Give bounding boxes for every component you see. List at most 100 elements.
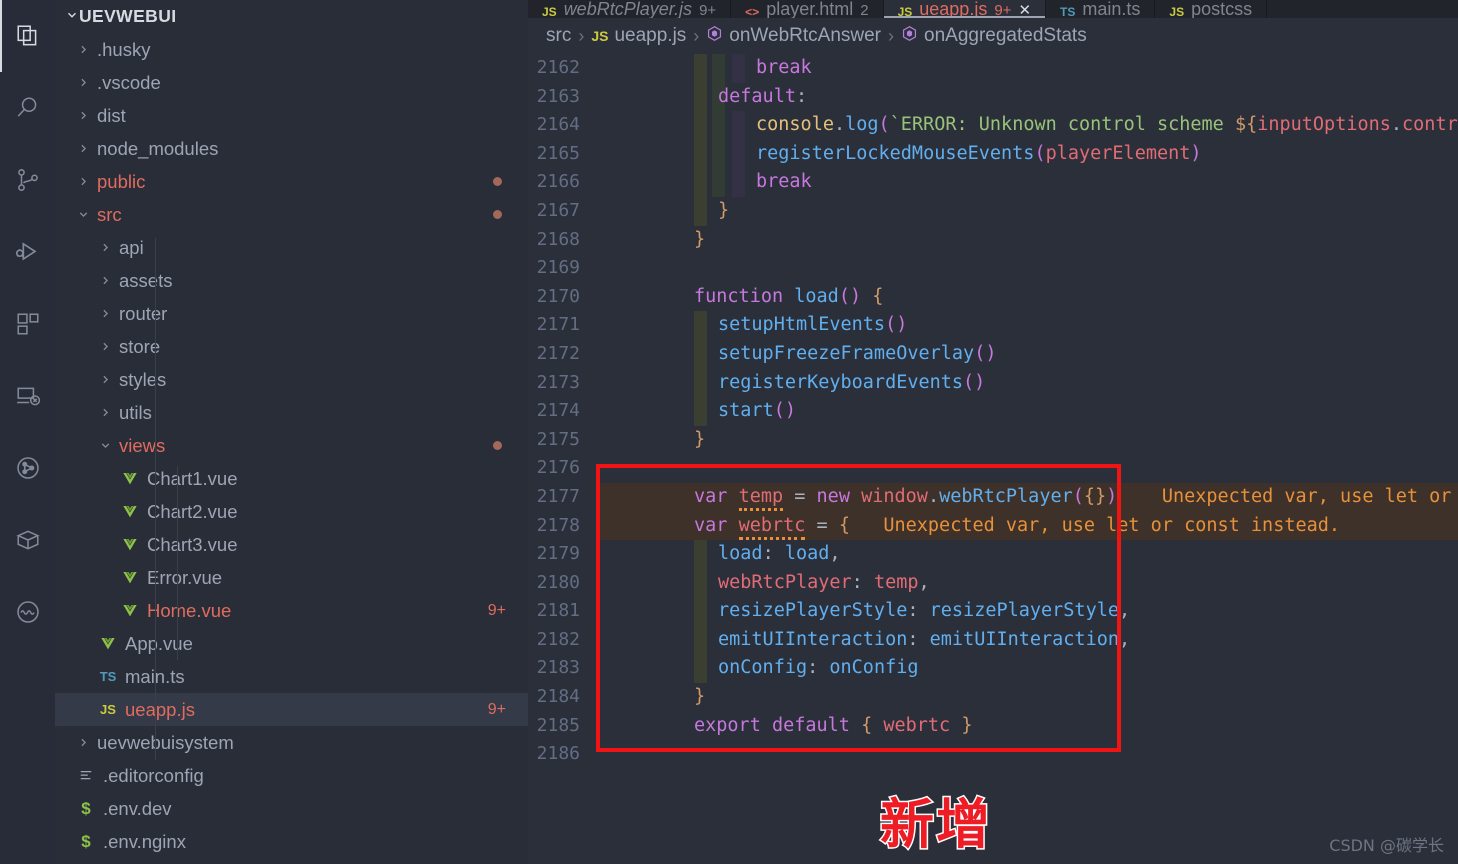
file-tree-item-label: .env.dev xyxy=(103,797,172,819)
file-tree-item[interactable]: views xyxy=(55,429,528,462)
file-tree-item[interactable]: utils xyxy=(55,396,528,429)
editor-tab[interactable]: JS ueapp.js 9+ ✕ xyxy=(883,0,1047,18)
file-tree-item[interactable]: .husky xyxy=(55,33,528,66)
file-tree-item[interactable]: Chart2.vue xyxy=(55,495,528,528)
chevron-right-icon xyxy=(95,274,115,287)
code-line: 2166 break xyxy=(528,168,1458,197)
chevron-right-icon xyxy=(95,307,115,320)
inline-error-message: Unexpected var, use let or const instead… xyxy=(1161,485,1452,507)
tab-file-icon: <> xyxy=(745,5,760,18)
editor-tab[interactable]: JS webRtcPlayer.js 9+ xyxy=(528,0,732,18)
chevron-down-icon xyxy=(65,6,79,27)
file-tree-item[interactable]: .vscode xyxy=(55,66,528,99)
chevron-right-icon xyxy=(73,109,93,122)
activity-item-squiggle[interactable] xyxy=(0,576,55,648)
file-tree-item[interactable]: assets xyxy=(55,264,528,297)
activity-item-search[interactable] xyxy=(0,72,55,144)
file-type-icon xyxy=(117,472,143,486)
code-line: 2175} xyxy=(528,426,1458,455)
file-type-icon: JS xyxy=(100,702,116,717)
line-number: 2163 xyxy=(536,85,580,107)
file-tree-item[interactable]: styles xyxy=(55,363,528,396)
file-tree-item[interactable]: public xyxy=(55,165,528,198)
breadcrumb-item[interactable]: JS ueapp.js xyxy=(591,25,686,47)
code-line-text: load: load, xyxy=(598,540,1458,569)
file-tree-item-label: node_modules xyxy=(97,137,219,159)
activity-item-source-control[interactable] xyxy=(0,144,55,216)
chevron-right-icon xyxy=(73,76,93,89)
file-tree-item[interactable]: store xyxy=(55,330,528,363)
line-number: 2176 xyxy=(536,457,580,479)
file-tree-item[interactable]: TS main.ts xyxy=(55,660,528,693)
breadcrumb-label: onAggregatedStats xyxy=(924,25,1087,46)
chevron-down-icon xyxy=(73,208,93,221)
tab-badge: 2 xyxy=(860,2,869,18)
file-tree-item[interactable]: Error.vue xyxy=(55,561,528,594)
breadcrumb-item[interactable]: src xyxy=(546,25,571,47)
line-number: 2167 xyxy=(536,199,580,221)
file-tree-item[interactable]: node_modules xyxy=(55,132,528,165)
activity-item-package[interactable] xyxy=(0,504,55,576)
symbol-function-icon xyxy=(706,25,723,48)
breadcrumb-label: src xyxy=(546,25,572,46)
file-tree-item-badge: 9+ xyxy=(487,700,506,718)
file-tree: .husky .vscode dist node_modulespublic src ap… xyxy=(55,33,528,858)
activity-item-extensions[interactable] xyxy=(0,288,55,360)
editor-tab[interactable]: TS main.ts xyxy=(1046,0,1156,18)
activity-item-explorer[interactable] xyxy=(0,0,55,72)
editor-tab[interactable]: <> player.html 2 xyxy=(731,0,884,18)
breadcrumb-item[interactable]: onWebRtcAnswer xyxy=(706,25,881,48)
activity-item-remote-explorer[interactable] xyxy=(0,360,55,432)
code-line-text: registerKeyboardEvents() xyxy=(598,368,1458,398)
file-tree-item[interactable]: src xyxy=(55,198,528,231)
chinese-annotation-label: 新增 xyxy=(879,792,992,858)
code-line: 2182 emitUIInteraction: emitUIInteraction… xyxy=(528,625,1458,655)
chevron-right-icon xyxy=(95,241,115,254)
code-line: 2173 registerKeyboardEvents() xyxy=(528,368,1458,398)
tab-label: postcss xyxy=(1191,0,1253,18)
file-tree-item[interactable]: router xyxy=(55,297,528,330)
code-editor[interactable]: 2162 break 2163 default: 2164 console.log(`ER… xyxy=(528,54,1458,769)
explorer-root-folder[interactable]: UEVWEBUI xyxy=(55,0,528,33)
chevron-right-icon xyxy=(95,340,115,353)
squiggle-circle-icon xyxy=(15,599,41,625)
file-tree-item[interactable]: Chart3.vue xyxy=(55,528,528,561)
line-number: 2180 xyxy=(536,571,580,593)
file-tree-item[interactable]: uevwebuisystem xyxy=(55,726,528,759)
file-tree-item[interactable]: App.vue xyxy=(55,627,528,660)
file-tree-item[interactable]: Home.vue 9+ xyxy=(55,594,528,627)
file-tree-item[interactable]: $ .env.dev xyxy=(55,792,528,825)
tab-label: ueapp.js xyxy=(919,0,988,18)
file-type-icon xyxy=(95,637,121,651)
file-tree-item-label: dist xyxy=(97,104,126,126)
line-number: 2179 xyxy=(536,543,580,565)
code-line-text: } xyxy=(694,428,706,450)
line-number: 2169 xyxy=(536,257,580,279)
activity-item-run-and-debug[interactable] xyxy=(0,216,55,288)
explorer-icon xyxy=(15,23,41,49)
chevron-right-icon xyxy=(73,175,93,188)
file-tree-item[interactable]: .editorconfig xyxy=(55,759,528,792)
activity-item-share-graph[interactable] xyxy=(0,432,55,504)
file-tree-item[interactable]: JS ueapp.js 9+ xyxy=(55,693,528,726)
tab-badge: 9+ xyxy=(699,2,717,18)
file-type-icon xyxy=(117,505,143,519)
editor-tab[interactable]: JS postcss xyxy=(1155,0,1268,18)
folder-modified-dot xyxy=(493,441,502,450)
file-tree-item-label: uevwebuisystem xyxy=(97,731,234,753)
folder-modified-dot xyxy=(493,210,502,219)
explorer-title: EXPLORER xyxy=(55,0,157,2)
code-line-text: resizePlayerStyle: resizePlayerStyle, xyxy=(598,597,1458,626)
file-tree-item[interactable]: api xyxy=(55,231,528,264)
file-tree-item[interactable]: Chart1.vue xyxy=(55,462,528,495)
file-tree-item[interactable]: dist xyxy=(55,99,528,132)
code-line-text: var temp = new window.webRtcPlayer({}) U… xyxy=(598,482,1458,512)
file-type-icon: TS xyxy=(99,669,117,684)
code-line: 2162 break xyxy=(528,54,1458,83)
code-line-text: start() xyxy=(598,397,1458,426)
breadcrumb-item[interactable]: onAggregatedStats xyxy=(901,25,1087,48)
editor-area: JS webRtcPlayer.js 9+ <> player.html 2 JS ueapp… xyxy=(528,0,1458,864)
file-tree-item[interactable]: $ .env.nginx xyxy=(55,825,528,858)
tab-close-icon[interactable]: ✕ xyxy=(1018,3,1031,18)
tab-file-icon: TS xyxy=(1060,5,1076,18)
